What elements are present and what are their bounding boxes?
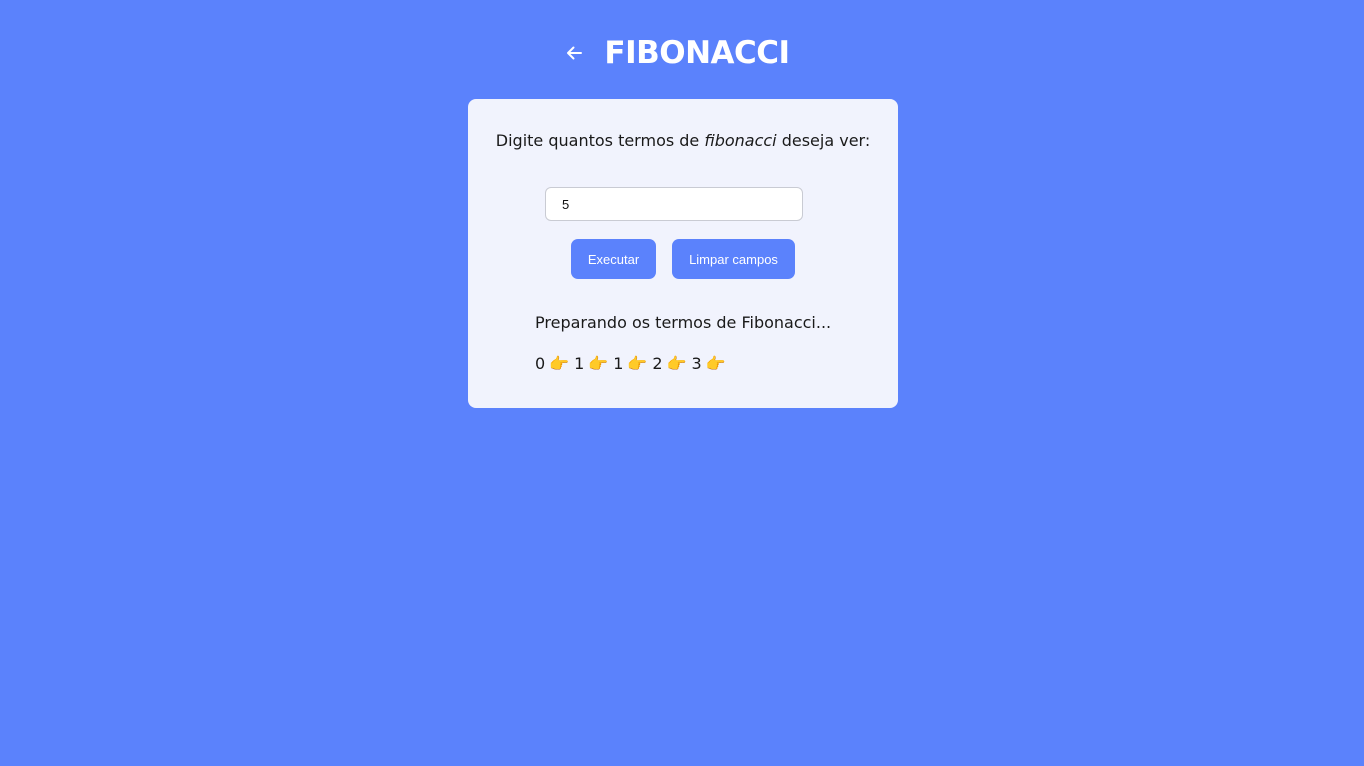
fibonacci-term: 1 — [613, 354, 624, 373]
arrow-left-icon[interactable] — [562, 41, 586, 65]
pointing-right-hand-icon: 👉 — [666, 354, 687, 373]
page-title: FIBONACCI — [604, 35, 790, 71]
status-text: Preparando os termos de Fibonacci... — [535, 313, 832, 332]
fibonacci-sequence: 0 👉 1 👉 1 👉 2 👉 3 👉 — [535, 354, 731, 373]
fibonacci-term: 3 — [691, 354, 702, 373]
prompt-text-end: deseja ver: — [776, 131, 871, 150]
page-header: FIBONACCI — [0, 30, 1364, 76]
prompt-text-start: Digite quantos termos de — [495, 131, 705, 150]
pointing-right-hand-icon: 👉 — [588, 354, 609, 373]
pointing-right-hand-icon: 👉 — [705, 354, 726, 373]
fibonacci-term: 0 — [535, 354, 546, 373]
fibonacci-term: 1 — [574, 354, 585, 373]
prompt-text-emphasis: fibonacci — [704, 131, 777, 150]
terms-count-input[interactable] — [545, 187, 803, 221]
fibonacci-term: 2 — [652, 354, 663, 373]
fibonacci-card: Digite quantos termos de fibonacci desej… — [468, 99, 898, 408]
pointing-right-hand-icon: 👉 — [627, 354, 648, 373]
pointing-right-hand-icon: 👉 — [549, 354, 570, 373]
execute-button[interactable]: Executar — [571, 239, 656, 279]
prompt-text: Digite quantos termos de fibonacci desej… — [468, 131, 898, 150]
clear-fields-button[interactable]: Limpar campos — [672, 239, 795, 279]
